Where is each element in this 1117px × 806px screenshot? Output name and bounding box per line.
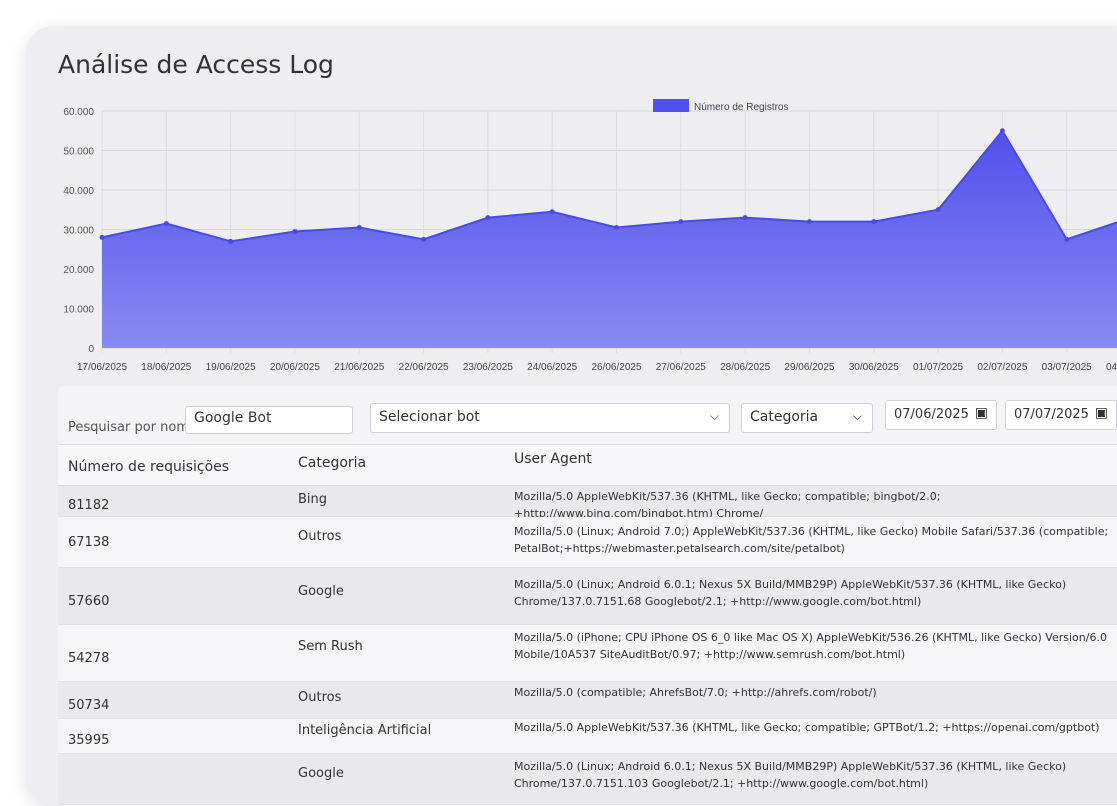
- bot-table-panel: Pesquisar por nome Google Bot Selecionar…: [58, 386, 1117, 806]
- data-point: [356, 225, 362, 231]
- category-cell: Outros: [298, 529, 342, 544]
- data-point: [1064, 236, 1070, 242]
- calendar-icon[interactable]: ▣: [975, 405, 988, 421]
- x-tick-label: 24/06/2025: [527, 362, 577, 373]
- y-tick-label: 10.000: [63, 305, 94, 316]
- date-to-input[interactable]: 07/07/2025 ▣: [1005, 400, 1117, 430]
- table-row[interactable]: 50734 Outros Mozilla/5.0 (compatible; Ah…: [58, 682, 1117, 719]
- x-tick-label: 23/06/2025: [463, 362, 513, 373]
- x-tick-label: 22/06/2025: [399, 362, 449, 373]
- x-tick-label: 20/06/2025: [270, 362, 320, 373]
- data-point: [742, 215, 748, 221]
- data-point: [549, 209, 555, 215]
- bot-select-value: Selecionar bot: [379, 409, 480, 425]
- data-point: [871, 219, 877, 225]
- data-point: [935, 207, 941, 213]
- data-point: [614, 225, 619, 231]
- y-tick-label: 40.000: [63, 186, 94, 197]
- data-point: [163, 221, 169, 227]
- filter-bar: Pesquisar por nome Google Bot Selecionar…: [58, 386, 1117, 444]
- user-agent-cell: Mozilla/5.0 (Linux; Android 6.0.1; Nexus…: [514, 578, 1067, 608]
- x-tick-label: 03/07/2025: [1042, 362, 1092, 373]
- requests-count: 81182: [68, 498, 110, 513]
- x-tick-label: 02/07/2025: [977, 362, 1027, 373]
- table-header: Número de requisições Categoria User Age…: [58, 444, 1117, 486]
- date-from-input[interactable]: 07/06/2025 ▣: [885, 400, 997, 430]
- category-select[interactable]: Categoria ⌵: [741, 403, 873, 433]
- data-point: [485, 215, 491, 221]
- requests-count: 67138: [68, 535, 110, 550]
- category-cell: Inteligência Artificial: [298, 723, 432, 738]
- table-row[interactable]: 67138 Outros Mozilla/5.0 (Linux; Android…: [58, 517, 1117, 568]
- x-tick-label: 28/06/2025: [720, 362, 770, 373]
- x-tick-label: 26/06/2025: [591, 362, 641, 373]
- user-agent-cell: Mozilla/5.0 AppleWebKit/537.36 (KHTML, l…: [514, 721, 1100, 734]
- bots-table: Número de requisições Categoria User Age…: [58, 444, 1117, 805]
- data-point: [292, 228, 298, 234]
- date-from-value: 07/06/2025: [894, 407, 969, 422]
- legend-swatch: [653, 99, 689, 112]
- y-tick-label: 50.000: [63, 147, 94, 158]
- data-point: [228, 238, 234, 244]
- requests-count: 54278: [68, 651, 110, 666]
- series-area: [102, 130, 1117, 348]
- date-to-value: 07/07/2025: [1014, 407, 1089, 422]
- search-label: Pesquisar por nome: [68, 420, 198, 435]
- x-tick-label: 04/07/2025: [1106, 362, 1117, 373]
- x-tick-label: 30/06/2025: [849, 362, 899, 373]
- category-select-value: Categoria: [750, 409, 819, 425]
- chevron-down-icon: ⌵: [709, 409, 719, 423]
- user-agent-cell: Mozilla/5.0 (iPhone; CPU iPhone OS 6_0 l…: [514, 631, 1107, 661]
- data-point: [421, 236, 427, 242]
- data-point: [99, 234, 105, 240]
- table-row[interactable]: Google Mozilla/5.0 (Linux; Android 6.0.1…: [58, 754, 1117, 805]
- data-point: [678, 219, 684, 225]
- user-agent-cell: Mozilla/5.0 (Linux; Android 6.0.1; Nexus…: [514, 760, 1067, 790]
- x-tick-label: 27/06/2025: [656, 362, 706, 373]
- user-agent-cell: Mozilla/5.0 (Linux; Android 7.0;) AppleW…: [514, 525, 1109, 555]
- requests-count: 35995: [68, 733, 110, 748]
- category-cell: Google: [298, 766, 344, 781]
- category-cell: Bing: [298, 492, 328, 507]
- legend-label: Número de Registros: [694, 102, 788, 113]
- x-tick-label: 29/06/2025: [784, 362, 834, 373]
- data-point: [806, 219, 812, 225]
- user-agent-cell: Mozilla/5.0 (compatible; AhrefsBot/7.0; …: [514, 686, 877, 699]
- chevron-down-icon: ⌵: [852, 409, 862, 423]
- x-tick-label: 19/06/2025: [206, 362, 256, 373]
- category-cell: Sem Rush: [298, 639, 363, 654]
- data-point: [999, 128, 1005, 134]
- requests-count: 50734: [68, 698, 110, 713]
- x-tick-label: 18/06/2025: [141, 362, 191, 373]
- header-requests[interactable]: Número de requisições: [68, 459, 229, 475]
- table-row[interactable]: 35995 Inteligência Artificial Mozilla/5.…: [58, 719, 1117, 754]
- x-tick-label: 01/07/2025: [913, 362, 963, 373]
- table-row[interactable]: 54278 Sem Rush Mozilla/5.0 (iPhone; CPU …: [58, 625, 1117, 682]
- requests-count: 57660: [68, 594, 110, 609]
- category-cell: Outros: [298, 690, 342, 705]
- header-category[interactable]: Categoria: [298, 455, 366, 471]
- header-user-agent[interactable]: User Agent: [514, 451, 592, 467]
- x-tick-label: 17/06/2025: [77, 362, 127, 373]
- access-log-card: Análise de Access Log 0 10.000 20.000 30.00…: [26, 26, 1117, 806]
- y-tick-label: 0: [88, 344, 94, 355]
- y-tick-label: 30.000: [63, 226, 94, 237]
- y-tick-label: 60.000: [63, 107, 94, 118]
- calendar-icon[interactable]: ▣: [1095, 405, 1108, 421]
- y-tick-label: 20.000: [63, 265, 94, 276]
- requests-area-chart: 0 10.000 20.000 30.000 40.000 50.000 60.000 17/…: [63, 99, 1117, 373]
- category-cell: Google: [298, 584, 344, 599]
- table-row[interactable]: 57660 Google Mozilla/5.0 (Linux; Android…: [58, 568, 1117, 625]
- bot-select[interactable]: Selecionar bot ⌵: [370, 403, 730, 433]
- x-tick-label: 21/06/2025: [334, 362, 384, 373]
- search-input[interactable]: Google Bot: [185, 406, 353, 434]
- table-row[interactable]: 81182 Bing Mozilla/5.0 AppleWebKit/537.3…: [58, 486, 1117, 520]
